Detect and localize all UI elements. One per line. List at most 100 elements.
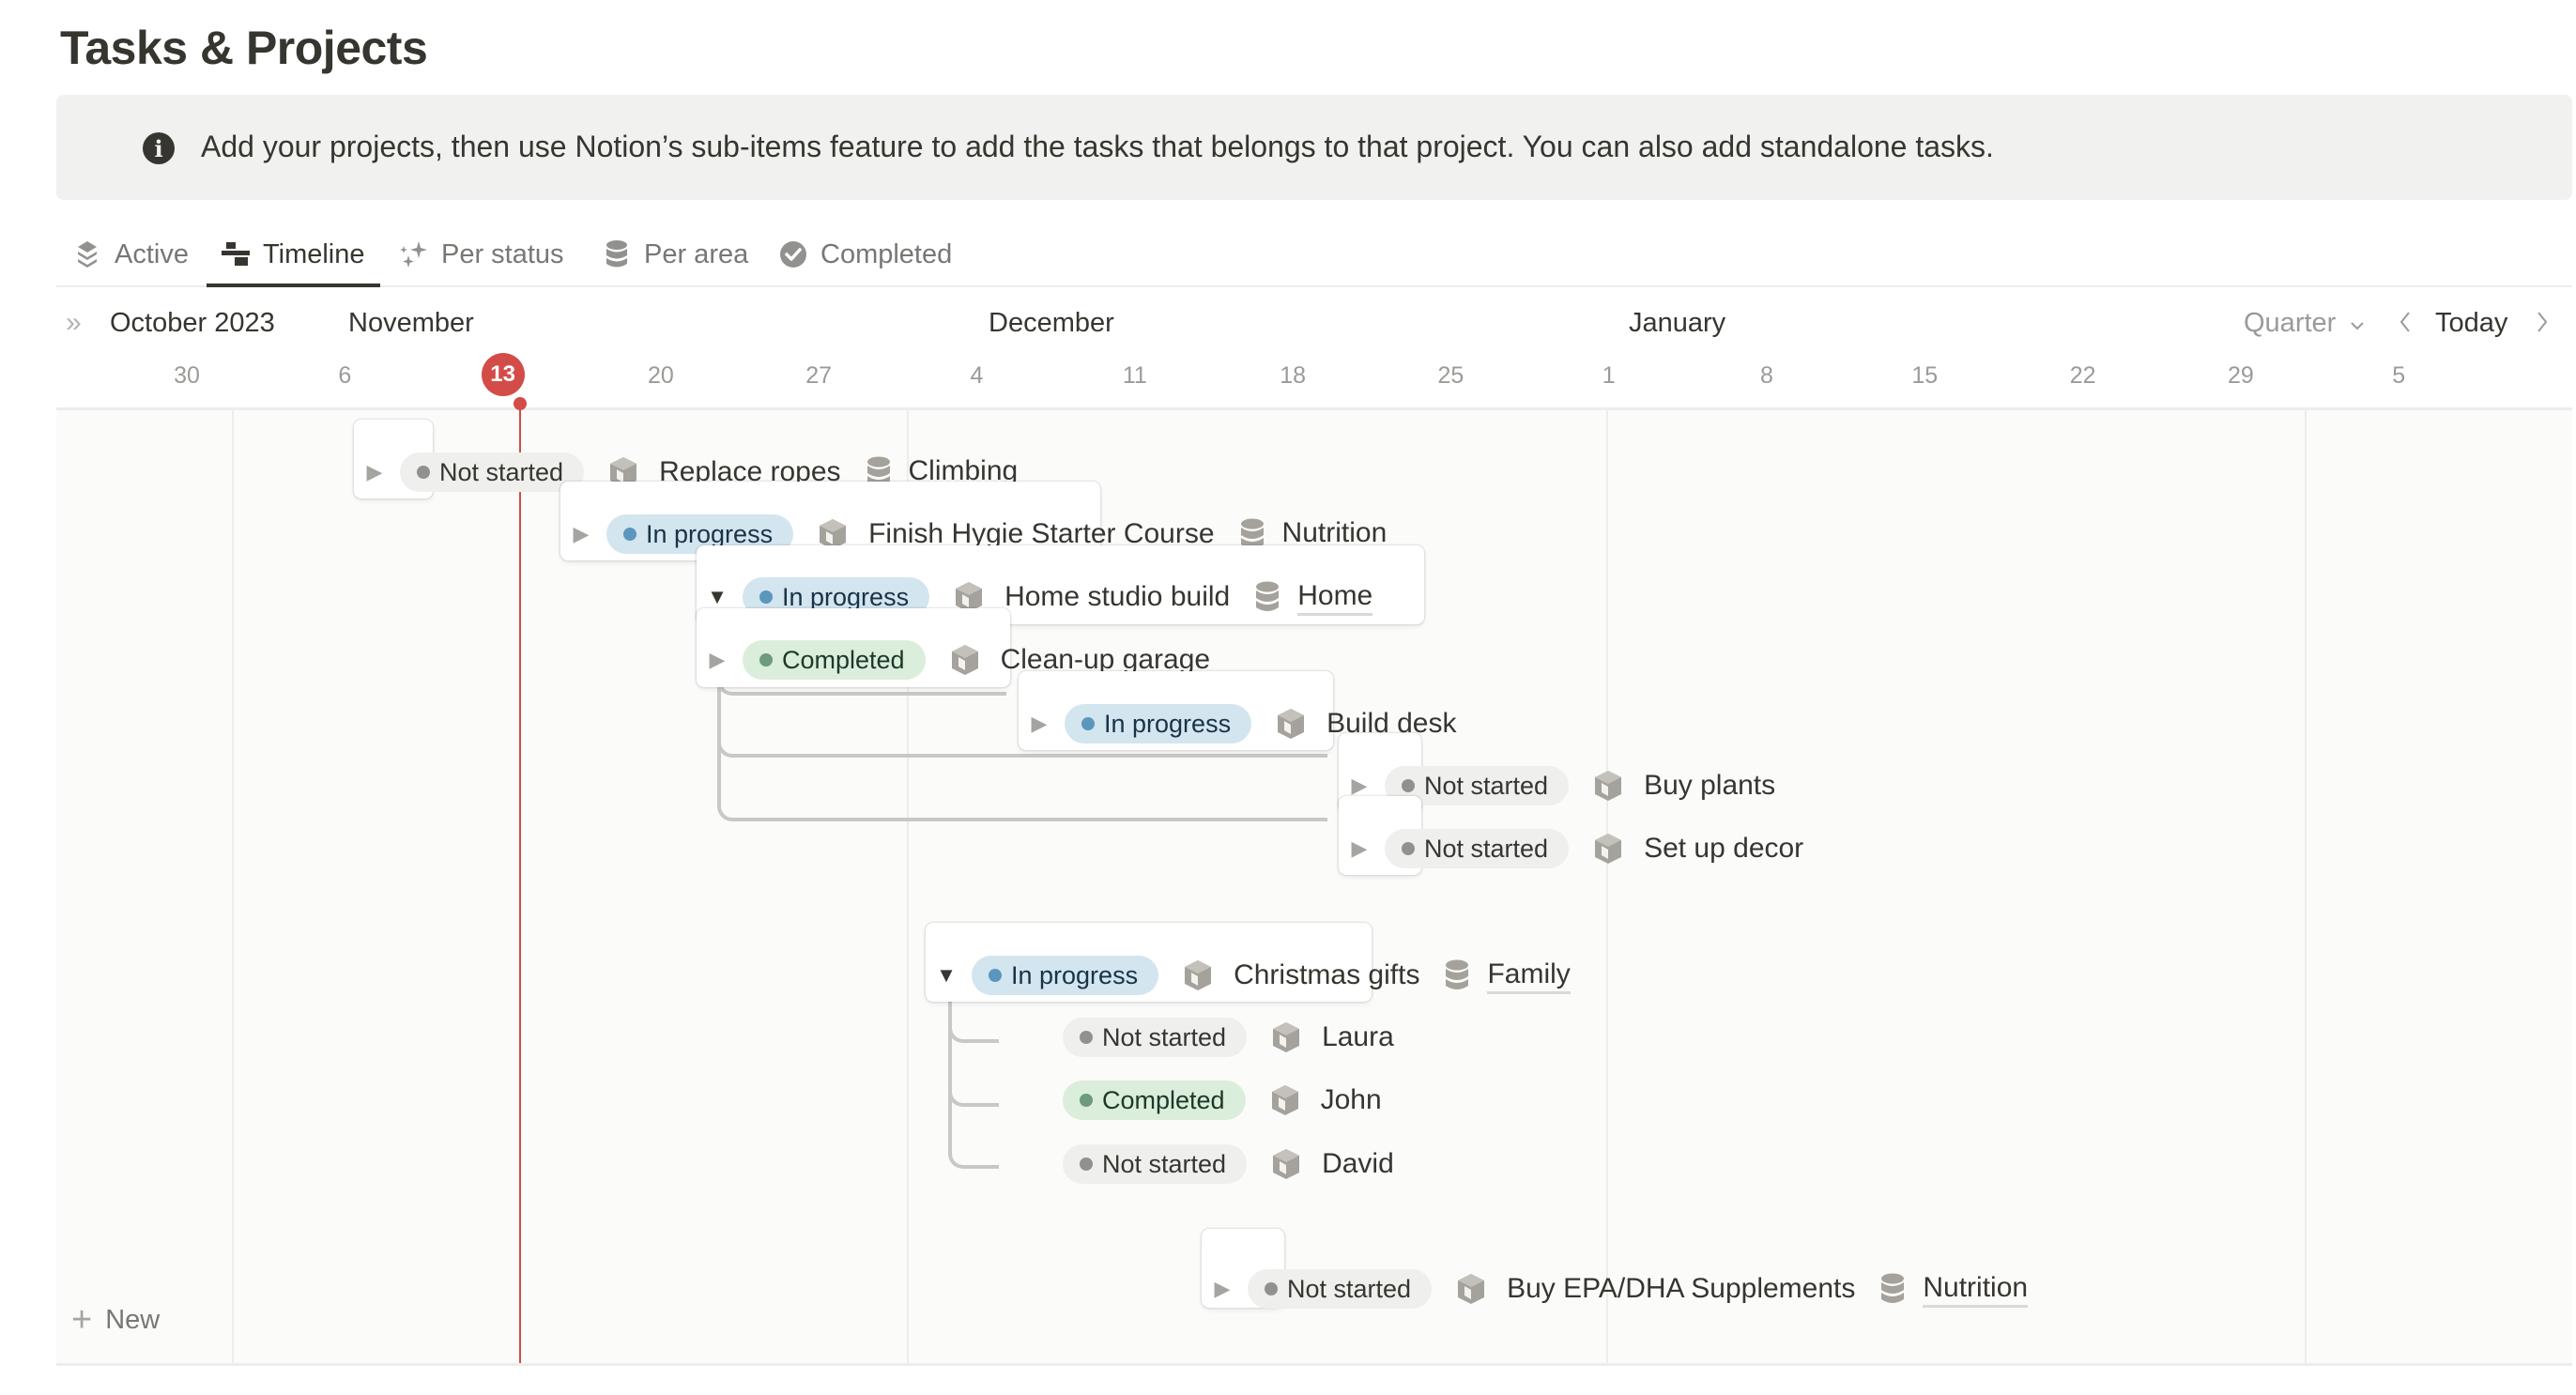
toggle-collapsed-icon[interactable]: ▶ xyxy=(1023,708,1055,740)
timeline-item[interactable]: Not started David xyxy=(1048,1134,1418,1194)
status-dot xyxy=(1080,1031,1093,1044)
day-label: 8 xyxy=(1760,362,1773,389)
month-label: December xyxy=(989,308,1114,338)
day-label: 29 xyxy=(2227,362,2254,389)
status-dot xyxy=(623,528,636,541)
status-badge: In progress xyxy=(1065,704,1252,743)
today-marker xyxy=(514,397,527,410)
status-dot xyxy=(759,590,773,604)
status-label: In progress xyxy=(646,519,774,548)
status-label: In progress xyxy=(782,582,910,611)
status-badge: Not started xyxy=(1385,829,1570,868)
status-badge: Not started xyxy=(1248,1269,1433,1309)
check-circle-icon xyxy=(779,240,807,268)
status-badge: Completed xyxy=(1063,1081,1246,1120)
tab-completed[interactable]: Completed xyxy=(779,223,952,285)
item-name[interactable]: David xyxy=(1322,1148,1394,1180)
status-dot xyxy=(1080,1157,1093,1171)
new-item-button[interactable]: + New xyxy=(71,1300,160,1341)
tab-label: Timeline xyxy=(263,238,365,269)
today-date-badge: 13 xyxy=(481,353,525,396)
timeline-item[interactable]: ▶ Not started Set up decor xyxy=(1343,819,1828,879)
status-dot xyxy=(1402,842,1415,855)
area-link[interactable]: Family xyxy=(1487,958,1571,994)
package-icon xyxy=(1271,1021,1301,1053)
status-dot xyxy=(989,969,1002,982)
tab-per-status[interactable]: Per status xyxy=(400,223,564,285)
status-badge: Not started xyxy=(1063,1018,1248,1057)
timeline-item[interactable]: Not started Laura xyxy=(1048,1007,1418,1067)
item-name[interactable]: Buy EPA/DHA Supplements xyxy=(1507,1273,1855,1305)
month-gridline xyxy=(2305,410,2307,1363)
database-icon xyxy=(1254,581,1280,613)
status-label: Completed xyxy=(1102,1085,1225,1114)
item-name[interactable]: John xyxy=(1321,1084,1382,1116)
status-badge: Completed xyxy=(743,640,926,680)
today-button[interactable]: Today xyxy=(2435,308,2507,339)
tab-label: Completed xyxy=(820,238,953,269)
item-name[interactable]: Buy plants xyxy=(1644,770,1775,802)
status-label: Not started xyxy=(1424,771,1549,800)
tab-label: Active xyxy=(115,238,189,269)
area-link[interactable]: Nutrition xyxy=(1923,1271,2029,1308)
day-label: 27 xyxy=(805,362,833,389)
area-link[interactable]: Home xyxy=(1297,579,1373,616)
zoom-select[interactable]: Quarter xyxy=(2244,308,2366,339)
chevron-right-icon xyxy=(2538,312,2548,332)
timeline-item[interactable]: Completed John xyxy=(1048,1070,1406,1130)
package-icon xyxy=(1276,708,1306,740)
status-dot xyxy=(759,653,773,667)
status-label: In progress xyxy=(1011,960,1139,989)
chevron-left-icon xyxy=(2400,312,2410,332)
package-icon xyxy=(950,644,980,676)
zoom-select-label: Quarter xyxy=(2244,308,2337,338)
month-label: January xyxy=(1629,308,1726,338)
chevron-down-icon xyxy=(2351,322,2365,330)
plus-icon: + xyxy=(71,1300,93,1340)
status-badge: Not started xyxy=(1063,1144,1248,1184)
status-label: Not started xyxy=(1102,1149,1227,1178)
day-label: 6 xyxy=(338,362,352,389)
day-label: 15 xyxy=(1911,362,1939,389)
expand-sidebar-icon[interactable]: » xyxy=(66,309,94,340)
next-button[interactable] xyxy=(2535,310,2550,342)
tab-per-area[interactable]: Per area xyxy=(603,223,748,285)
view-tabs: Active Timeline Per status Per area Comp… xyxy=(56,223,2572,287)
timeline-item[interactable]: ▶ Not started Buy EPA/DHA Supplements Nutri… xyxy=(1206,1259,2029,1319)
toggle-collapsed-icon[interactable]: ▶ xyxy=(1206,1273,1238,1305)
day-label: 25 xyxy=(1437,362,1464,389)
package-icon xyxy=(1271,1148,1301,1180)
new-label: New xyxy=(105,1305,161,1335)
status-label: Not started xyxy=(1102,1022,1227,1051)
month-label: November xyxy=(348,308,474,338)
status-label: Not started xyxy=(1424,834,1549,863)
timeline-header: » October 2023 November December January… xyxy=(56,287,2572,410)
day-label: 18 xyxy=(1280,362,1306,389)
status-label: Not started xyxy=(1287,1274,1412,1303)
tab-timeline[interactable]: Timeline xyxy=(207,223,379,287)
database-icon xyxy=(1879,1273,1906,1305)
package-icon xyxy=(1270,1084,1300,1116)
toggle-expanded-icon[interactable]: ▼ xyxy=(930,959,962,991)
item-name[interactable]: Christmas gifts xyxy=(1234,959,1419,991)
status-dot xyxy=(1265,1282,1278,1295)
toggle-collapsed-icon[interactable]: ▶ xyxy=(565,518,597,550)
timeline-item[interactable]: ▼ In progress Christmas gifts Family xyxy=(930,945,1571,1005)
item-name[interactable]: Laura xyxy=(1322,1021,1394,1053)
callout-text: Add your projects, then use Notion’s sub… xyxy=(201,130,1994,163)
item-name[interactable]: Set up decor xyxy=(1644,833,1803,865)
toggle-collapsed-icon[interactable]: ▶ xyxy=(1343,833,1375,865)
previous-button[interactable] xyxy=(2398,310,2413,342)
toggle-collapsed-icon[interactable]: ▶ xyxy=(701,644,733,676)
package-icon xyxy=(1593,833,1623,865)
day-label: 20 xyxy=(647,362,674,389)
status-dot xyxy=(417,466,430,479)
database-icon xyxy=(1444,959,1470,991)
status-badge: In progress xyxy=(972,956,1159,995)
toggle-collapsed-icon[interactable]: ▶ xyxy=(359,456,391,488)
month-label: October 2023 xyxy=(110,308,275,338)
day-label: 5 xyxy=(2392,362,2406,389)
tab-active[interactable]: Active xyxy=(73,223,189,285)
status-dot xyxy=(1080,1094,1093,1107)
item-name[interactable]: Home studio build xyxy=(1004,581,1230,613)
